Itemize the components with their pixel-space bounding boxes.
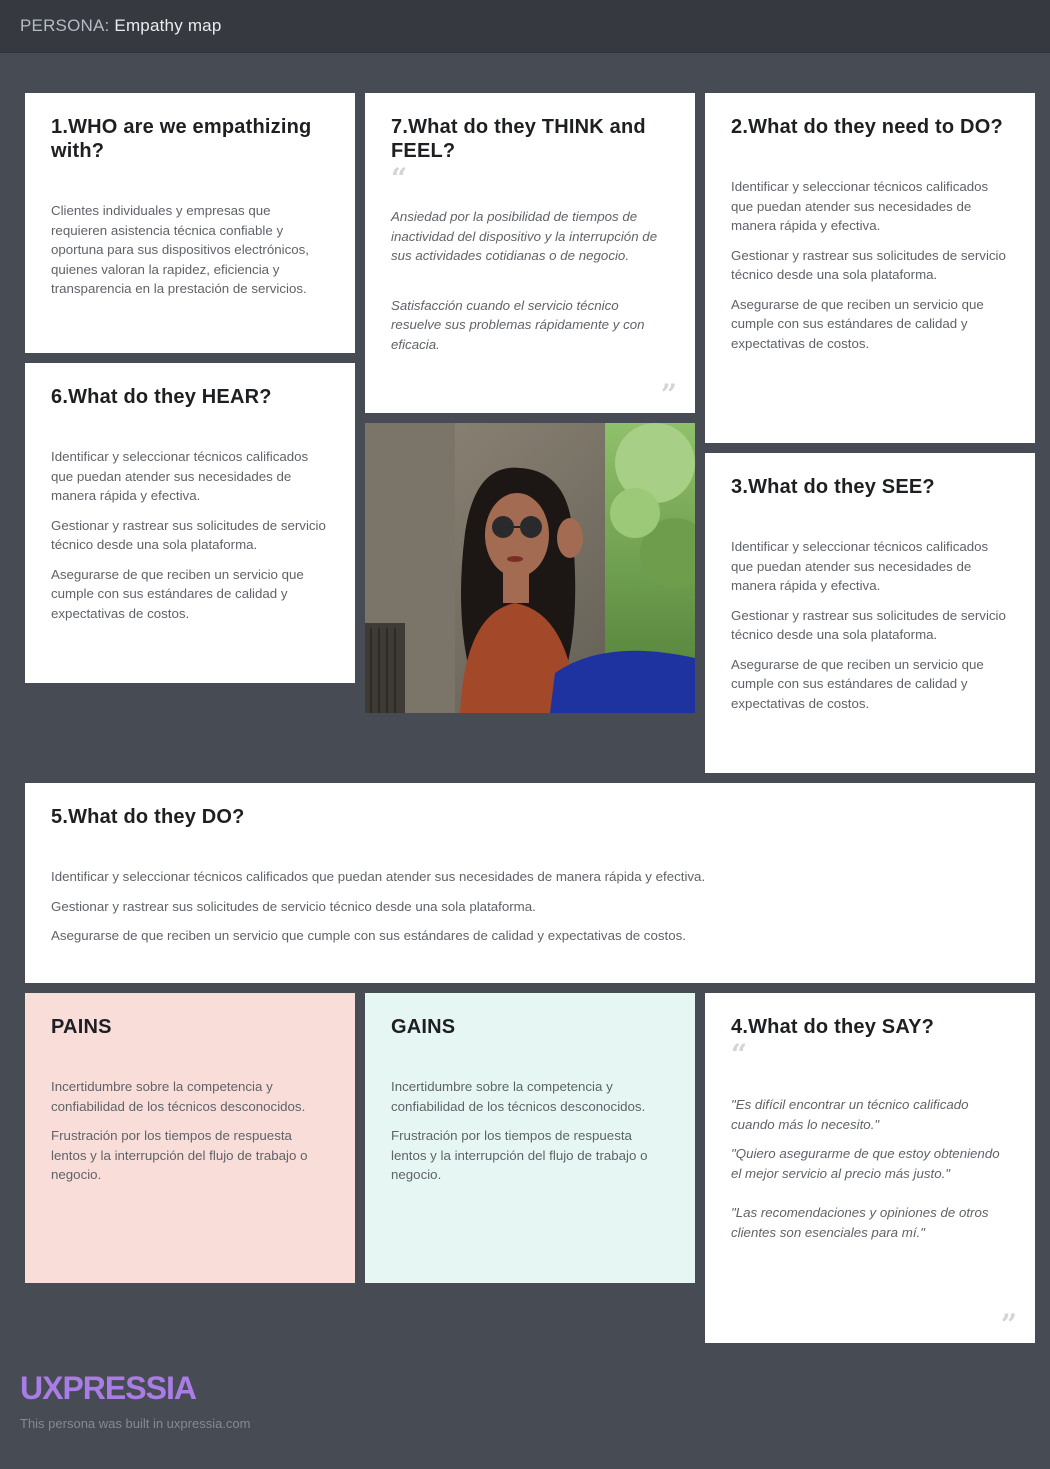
hear-item: Gestionar y rastrear sus solicitudes de … <box>51 517 326 553</box>
card-who-text: Clientes individuales y empresas que req… <box>51 203 309 296</box>
close-quote-icon: ” <box>1000 1308 1017 1341</box>
card-who-heading: 1.WHO are we empathizing with? <box>51 116 312 162</box>
hear-item: Identificar y seleccionar técnicos calif… <box>51 449 309 503</box>
card-do: 5.What do they DO? Identificar y selecci… <box>25 783 1035 983</box>
card-gains-heading: GAINS <box>391 1016 456 1038</box>
think-feel-item: Ansiedad por la posibilidad de tiempos d… <box>391 209 658 263</box>
card-think-feel-heading: 7.What do they THINK and FEEL? <box>391 116 646 162</box>
say-item: "Las recomendaciones y opiniones de otro… <box>731 1205 989 1240</box>
gains-item: Incertidumbre sobre la competencia y con… <box>391 1079 646 1114</box>
pains-item: Frustración por los tiempos de respuesta… <box>51 1128 308 1182</box>
need-to-do-item: Asegurarse de que reciben un servicio qu… <box>731 296 984 351</box>
card-see: 3.What do they SEE? Identificar y selecc… <box>705 453 1035 773</box>
footer-note: This persona was built in uxpressia.com <box>20 1416 251 1431</box>
close-quote-icon: ” <box>660 378 677 411</box>
card-gains: GAINS Incertidumbre sobre la competencia… <box>365 993 695 1283</box>
page-title-prefix: PERSONA: <box>20 16 110 35</box>
see-item: Identificar y seleccionar técnicos calif… <box>731 539 989 593</box>
card-pains: PAINS Incertidumbre sobre la competencia… <box>25 993 355 1283</box>
card-need-to-do-heading: 2.What do they need to DO? <box>731 116 1003 138</box>
need-to-do-item: Gestionar y rastrear sus solicitudes de … <box>731 247 1006 283</box>
card-hear-heading: 6.What do they HEAR? <box>51 386 272 408</box>
card-see-heading: 3.What do they SEE? <box>731 476 935 498</box>
card-who: 1.WHO are we empathizing with? Clientes … <box>25 93 355 353</box>
open-quote-icon: “ <box>391 162 408 195</box>
persona-photo-illustration <box>365 423 695 713</box>
card-pains-heading: PAINS <box>51 1016 112 1038</box>
say-item: "Quiero asegurarme de que estoy obtenien… <box>731 1146 1000 1181</box>
page-title: PERSONA: Empathy map <box>20 16 222 36</box>
card-say-heading: 4.What do they SAY? <box>731 1016 935 1038</box>
do-item: Identificar y seleccionar técnicos calif… <box>51 869 706 884</box>
say-item: "Es difícil encontrar un técnico calific… <box>731 1097 969 1132</box>
open-quote-icon: “ <box>731 1038 748 1071</box>
gains-item: Frustración por los tiempos de respuesta… <box>391 1128 648 1182</box>
do-item: Gestionar y rastrear sus solicitudes de … <box>51 898 536 914</box>
card-hear: 6.What do they HEAR? Identificar y selec… <box>25 363 355 683</box>
do-item: Asegurarse de que reciben un servicio qu… <box>51 928 686 943</box>
think-feel-item: Satisfacción cuando el servicio técnico … <box>391 297 645 352</box>
see-item: Gestionar y rastrear sus solicitudes de … <box>731 607 1006 643</box>
hear-item: Asegurarse de que reciben un servicio qu… <box>51 566 304 621</box>
need-to-do-item: Identificar y seleccionar técnicos calif… <box>731 179 989 233</box>
card-say: 4.What do they SAY? “ "Es difícil encont… <box>705 993 1035 1343</box>
see-item: Asegurarse de que reciben un servicio qu… <box>731 656 984 711</box>
uxpressia-logo[interactable]: UXPRESSIA <box>20 1370 197 1407</box>
card-need-to-do: 2.What do they need to DO? Identificar y… <box>705 93 1035 443</box>
card-think-feel: 7.What do they THINK and FEEL? “ Ansieda… <box>365 93 695 413</box>
top-bar: PERSONA: Empathy map <box>0 0 1050 53</box>
persona-photo <box>365 423 695 713</box>
page-title-text: Empathy map <box>114 16 222 35</box>
card-do-heading: 5.What do they DO? <box>51 806 245 828</box>
pains-item: Incertidumbre sobre la competencia y con… <box>51 1079 306 1114</box>
